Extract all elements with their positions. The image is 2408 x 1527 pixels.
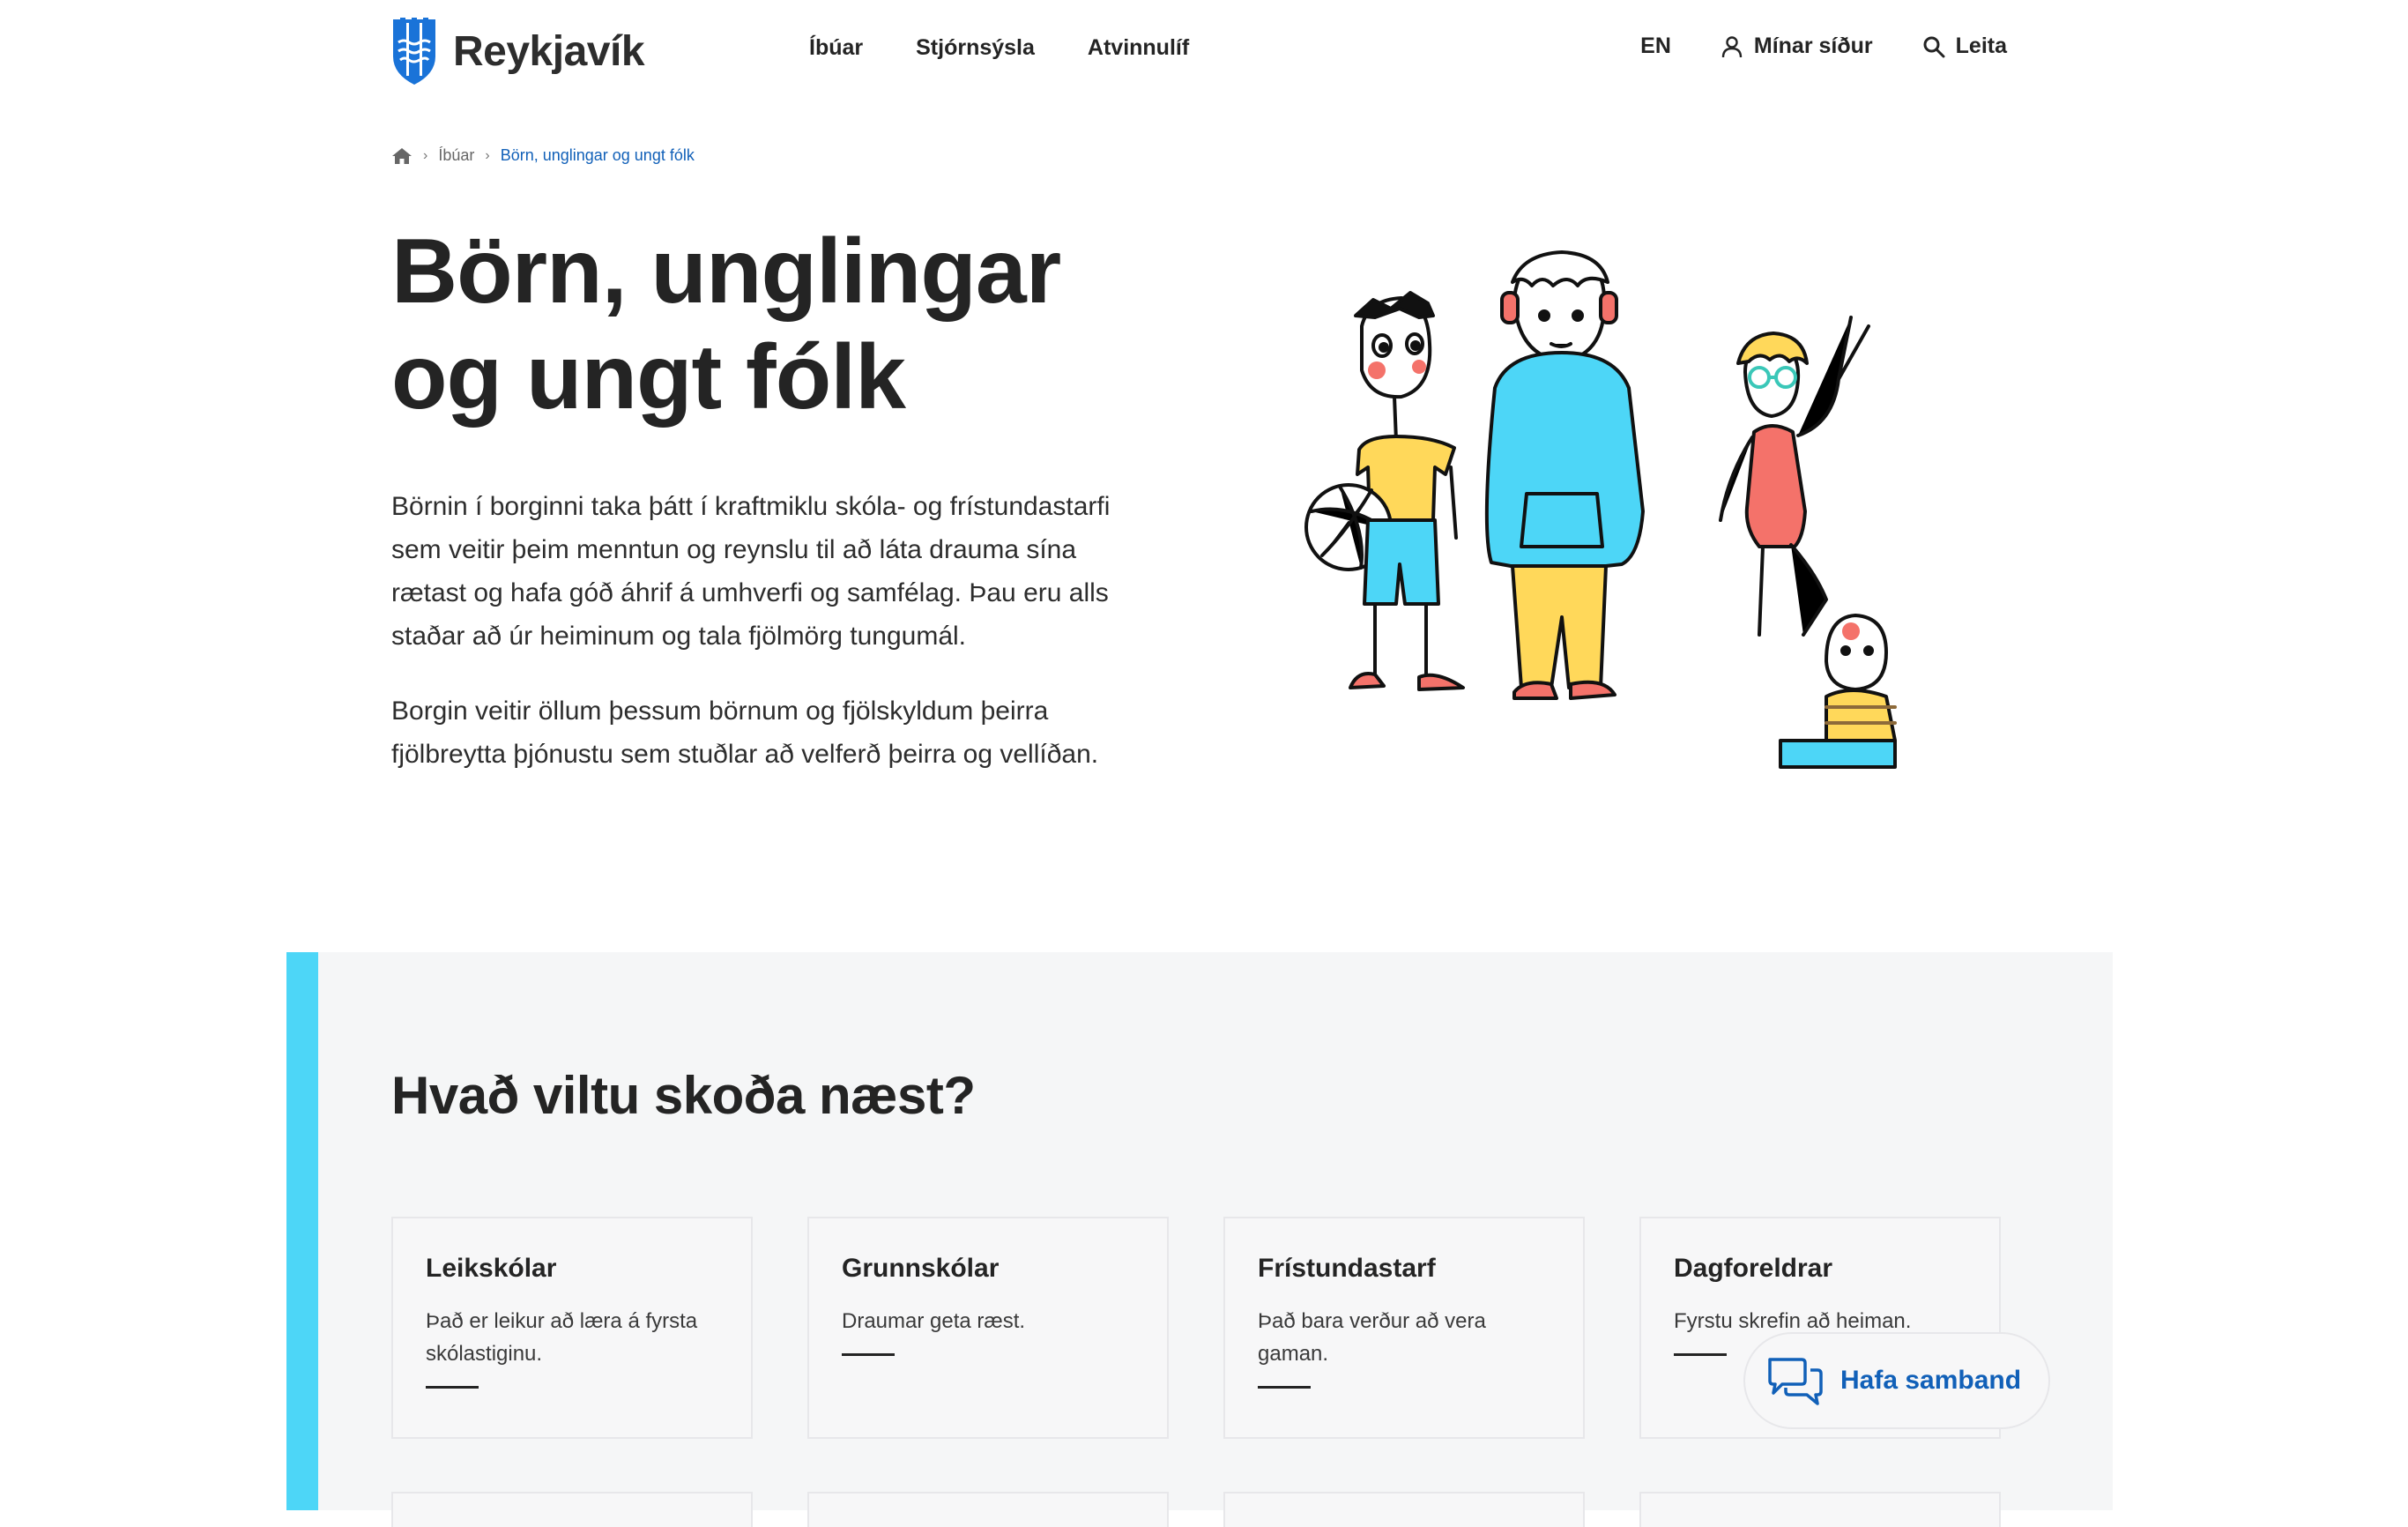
user-icon [1721,35,1743,57]
card-divider [426,1386,479,1389]
card-divider [1674,1353,1727,1356]
card-divider [842,1353,895,1356]
page-title: Börn, unglingar og ungt fólk [391,220,1061,428]
accent-bar [286,952,318,1510]
card-fristundastarf[interactable]: Frístundastarf Það bara verður að vera g… [1223,1217,1585,1439]
my-pages-link[interactable]: Mínar síður [1721,34,1873,59]
chevron-right-icon: › [423,147,428,163]
intro-text: Börnin í borginni taka þátt í kraftmiklu… [391,485,1158,808]
card-partial[interactable] [1223,1492,1585,1527]
reykjavik-crest-icon [393,18,435,85]
card-description: Draumar geta ræst. [842,1309,1026,1333]
card-divider [1258,1386,1311,1389]
main-nav: Íbúar Stjórnsýsla Atvinnulíf [809,35,1242,61]
card-description: Það bara verður að vera gaman. [1258,1309,1486,1366]
logo-wordmark: Reykjavík [453,27,645,75]
site-logo[interactable]: Reykjavík [391,16,645,86]
contact-label: Hafa samband [1840,1366,2022,1395]
search-icon [1923,36,1945,57]
card-title: Leikskólar [426,1254,557,1283]
card-leikskolar[interactable]: Leikskólar Það er leikur að læra á fyrst… [391,1217,753,1439]
breadcrumb-item-ibuar[interactable]: Íbúar [438,146,474,165]
intro-paragraph: Borgin veitir öllum þessum börnum og fjö… [391,696,1099,769]
language-switch-en[interactable]: EN [1640,34,1671,59]
card-title: Frístundastarf [1258,1254,1436,1283]
card-title: Dagforeldrar [1674,1254,1833,1283]
breadcrumb: › Íbúar › Börn, unglingar og ungt fólk [391,146,695,165]
search-link[interactable]: Leita [1922,34,2007,59]
chat-bubbles-icon [1768,1358,1823,1405]
site-header: Reykjavík Íbúar Stjórnsýsla Atvinnulíf E… [0,0,2408,106]
search-label: Leita [1955,34,2007,58]
nav-item-ibuar[interactable]: Íbúar [809,35,863,61]
contact-button[interactable]: Hafa samband [1743,1332,2050,1429]
card-partial[interactable] [391,1492,753,1527]
utility-nav: EN Mínar síður Leita [1591,34,2007,59]
card-description: Það er leikur að læra á fyrsta skólastig… [426,1309,698,1366]
card-partial[interactable] [1639,1492,2001,1527]
nav-item-stjornsysla[interactable]: Stjórnsýsla [916,35,1035,61]
chevron-right-icon: › [485,147,490,163]
breadcrumb-home[interactable] [391,147,412,165]
card-partial[interactable] [807,1492,1169,1527]
card-title: Grunnskólar [842,1254,1000,1283]
home-icon [392,147,412,164]
nav-item-atvinnulif[interactable]: Atvinnulíf [1088,35,1189,61]
card-grunnskolar[interactable]: Grunnskólar Draumar geta ræst. [807,1217,1169,1439]
children-illustration [1304,250,1897,769]
next-section-heading: Hvað viltu skoða næst? [391,1066,976,1125]
intro-paragraph: Börnin í borginni taka þátt í kraftmiklu… [391,492,1111,651]
breadcrumb-current: Börn, unglingar og ungt fólk [500,146,695,164]
my-pages-label: Mínar síður [1753,34,1873,58]
